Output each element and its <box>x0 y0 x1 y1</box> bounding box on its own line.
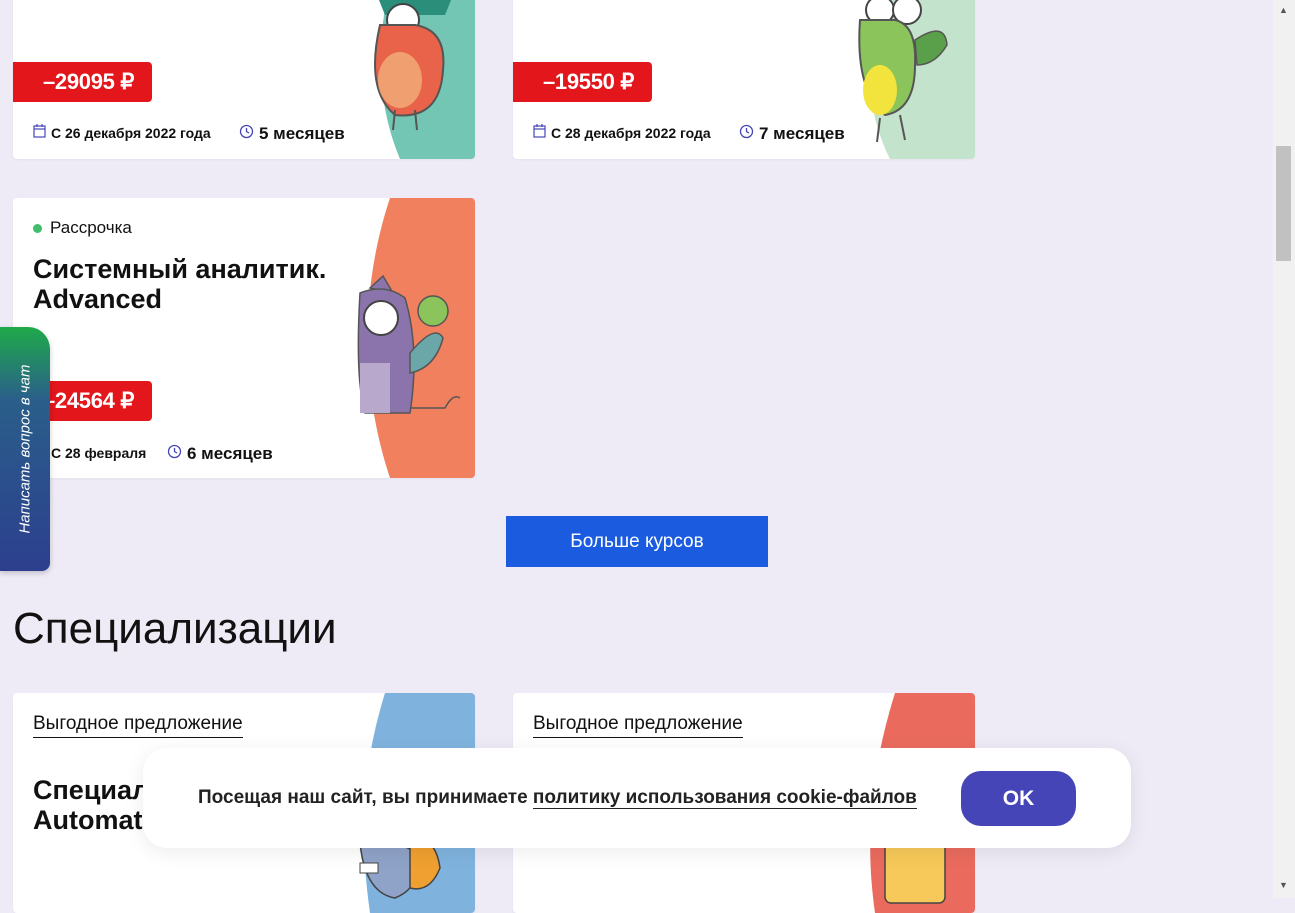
chevron-down-icon[interactable]: ▼ <box>1279 880 1288 890</box>
course-card[interactable]: Рассрочка Системный аналитик. Advanced –… <box>13 198 475 478</box>
duration: 7 месяцев <box>739 124 845 144</box>
offer-link[interactable]: Выгодное предложение <box>533 713 743 738</box>
course-card[interactable]: –19550 ₽ С 28 декабря 2022 года 7 месяце… <box>513 0 975 159</box>
cookie-banner: Посещая наш сайт, вы принимаете политику… <box>143 748 1131 848</box>
chevron-up-icon[interactable]: ▲ <box>1279 5 1288 15</box>
duration: 5 месяцев <box>239 124 345 144</box>
scrollbar[interactable]: ▲ ▼ <box>1273 0 1295 898</box>
status-dot <box>33 223 42 233</box>
start-date: С 26 декабря 2022 года <box>33 124 211 141</box>
calendar-icon <box>533 124 546 141</box>
cookie-text: Посещая наш сайт, вы принимаете политику… <box>198 787 917 809</box>
course-title: Системный аналитик. Advanced <box>33 254 327 314</box>
course-card[interactable]: –29095 ₽ С 26 декабря 2022 года 5 месяце… <box>13 0 475 159</box>
chat-tab-label: Написать вопрос в чат <box>16 364 34 534</box>
owl-illustration <box>355 0 475 159</box>
cookie-policy-link[interactable]: политику использования cookie-файлов <box>532 787 917 809</box>
installment-tag: Рассрочка <box>33 218 132 238</box>
section-title: Специализации <box>13 604 337 653</box>
clock-icon <box>739 124 754 144</box>
discount-badge: –29095 ₽ <box>13 62 153 102</box>
owl-illustration <box>355 198 475 478</box>
more-courses-button[interactable]: Больше курсов <box>506 516 768 567</box>
calendar-icon <box>33 124 46 141</box>
clock-icon <box>167 444 182 464</box>
discount-badge: –19550 ₽ <box>513 62 653 102</box>
ok-button[interactable]: OK <box>961 771 1076 826</box>
clock-icon <box>239 124 254 144</box>
offer-link[interactable]: Выгодное предложение <box>33 713 243 738</box>
owl-illustration <box>855 0 975 159</box>
duration: 6 месяцев <box>167 444 273 464</box>
scrollbar-thumb[interactable] <box>1276 146 1291 261</box>
start-date: С 28 декабря 2022 года <box>533 124 711 141</box>
chat-tab[interactable]: Написать вопрос в чат <box>0 327 50 571</box>
